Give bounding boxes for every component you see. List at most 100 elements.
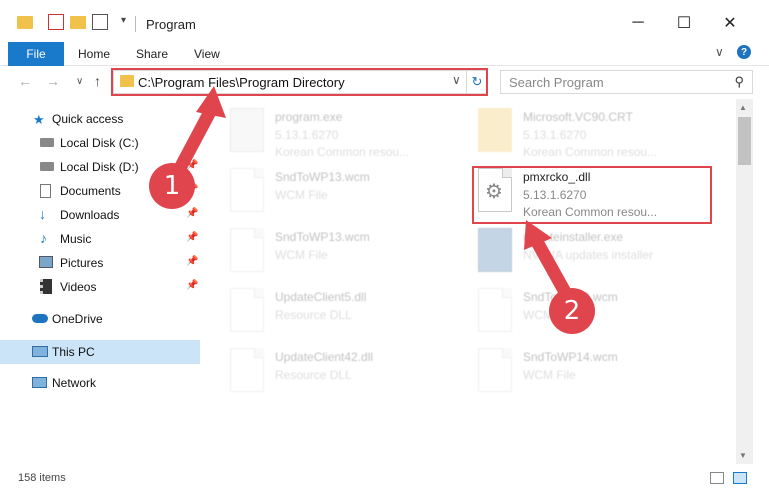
file-item[interactable]: SndToWP13.wcm WCM File [230, 228, 470, 288]
customize-icon[interactable] [92, 14, 108, 30]
drive-icon [40, 162, 54, 171]
exe-file-icon [230, 108, 264, 152]
vertical-scrollbar[interactable]: ▲ ▼ [736, 99, 753, 464]
minimize-button[interactable]: ─ [615, 8, 661, 38]
documents-icon [40, 184, 51, 198]
sidebar-item-this-pc[interactable]: This PC [0, 340, 200, 364]
file-name: UpdateClient5.dll [275, 290, 367, 304]
sidebar-item-videos[interactable]: Videos 📌 [0, 276, 200, 298]
document-file-icon [478, 348, 512, 392]
navigation-pane: ★ Quick access Local Disk (C:) 📌 Local D… [0, 99, 200, 464]
search-icon[interactable]: ⚲ [734, 74, 744, 90]
file-name: UpdateClient42.dll [275, 350, 374, 364]
up-button[interactable]: ↑ [94, 73, 101, 89]
window-title: Program [146, 17, 196, 32]
back-button[interactable]: ← [18, 73, 32, 89]
document-file-icon [230, 168, 264, 212]
sidebar-item-onedrive[interactable]: OneDrive [0, 308, 200, 330]
pin-icon[interactable]: 📌 [186, 280, 198, 291]
tab-file[interactable]: File [8, 42, 64, 66]
close-button[interactable]: ✕ [707, 8, 753, 38]
sidebar-item-pictures[interactable]: Pictures 📌 [0, 252, 200, 274]
maximize-button[interactable]: ☐ [661, 8, 707, 38]
sidebar-item-music[interactable]: ♪ Music 📌 [0, 228, 200, 250]
file-type: WCM File [275, 248, 328, 262]
sidebar-item-label: Local Disk (C:) [60, 136, 139, 150]
file-name: SndToWP14.wcm [523, 350, 618, 364]
file-name: Microsoft.VC90.CRT [523, 110, 633, 124]
tab-home[interactable]: Home [78, 47, 110, 61]
file-name: program.exe [275, 110, 343, 124]
sidebar-item-label: OneDrive [52, 312, 103, 326]
search-box[interactable]: Search Program ⚲ [500, 70, 753, 94]
search-input[interactable]: Search Program [509, 75, 604, 90]
file-name: SndToWP13.wcm [275, 230, 370, 244]
installer-icon [478, 228, 512, 272]
file-version: 5.13.1.6270 [523, 128, 587, 142]
sidebar-item-quick-access[interactable]: ★ Quick access [0, 108, 200, 130]
dll-gear-icon [230, 348, 264, 392]
file-name: SndToWP13.wcm [275, 170, 370, 184]
new-folder-icon[interactable] [70, 16, 86, 29]
pin-icon[interactable]: 📌 [186, 256, 198, 267]
download-arrow-icon: ↓ [39, 206, 46, 222]
pin-icon[interactable]: 📌 [186, 136, 198, 147]
pin-icon[interactable]: 📌 [186, 232, 198, 243]
scroll-thumb[interactable] [738, 117, 751, 165]
file-item[interactable]: updateinstaller.exe NVIDIA updates insta… [478, 228, 718, 288]
title-separator [135, 16, 136, 32]
pictures-icon [39, 256, 53, 268]
quick-access-dropdown-icon[interactable]: ▾ [121, 15, 126, 26]
scroll-up-icon[interactable]: ▲ [739, 103, 747, 112]
ribbon-tabs: File Home Share View ∨ [0, 39, 769, 66]
sidebar-item-label: This PC [52, 345, 95, 359]
network-icon [32, 377, 47, 388]
sidebar-item-label: Music [60, 232, 92, 246]
file-type: Resource DLL [275, 368, 352, 382]
document-file-icon [230, 228, 264, 272]
sidebar-item-label: Quick access [52, 112, 124, 126]
file-item[interactable]: SndToWP13.wcm WCM File [478, 288, 718, 348]
tab-share[interactable]: Share [136, 47, 168, 61]
file-name: updateinstaller.exe [523, 230, 624, 244]
pin-icon[interactable]: 📌 [186, 208, 198, 219]
details-view-icon[interactable] [710, 472, 724, 484]
tab-view[interactable]: View [194, 47, 220, 61]
file-type: WCM File [275, 188, 328, 202]
file-item[interactable]: UpdateClient42.dll Resource DLL [230, 348, 470, 408]
forward-button[interactable]: → [46, 73, 60, 89]
title-bar: ▾ Program ─ ☐ ✕ [0, 0, 769, 39]
sidebar-item-label: Local Disk (D:) [60, 160, 139, 174]
file-item[interactable]: Microsoft.VC90.CRT 5.13.1.6270 Korean Co… [478, 108, 718, 168]
folder-icon [478, 108, 512, 152]
file-item[interactable]: SndToWP14.wcm WCM File [478, 348, 718, 408]
file-list: program.exe 5.13.1.6270 Korean Common re… [204, 99, 736, 464]
file-highlight-box [472, 166, 712, 224]
file-item[interactable]: SndToWP13.wcm WCM File [230, 168, 470, 228]
cloud-icon [32, 314, 48, 323]
large-icons-view-icon[interactable] [733, 472, 747, 484]
film-icon [40, 279, 52, 294]
drive-icon [40, 138, 54, 147]
file-description: Korean Common resou... [275, 145, 410, 159]
file-version: 5.13.1.6270 [275, 128, 339, 142]
star-icon: ★ [33, 112, 45, 127]
sidebar-item-local-disk-c[interactable]: Local Disk (C:) 📌 [0, 132, 200, 154]
file-item[interactable]: UpdateClient5.dll Resource DLL [230, 288, 470, 348]
expand-ribbon-icon[interactable]: ∨ [715, 45, 724, 59]
properties-icon[interactable] [48, 14, 64, 30]
sidebar-item-label: Network [52, 376, 97, 390]
sidebar-item-label: Pictures [60, 256, 104, 270]
scroll-down-icon[interactable]: ▼ [739, 451, 747, 460]
computer-icon [32, 346, 48, 357]
file-description: NVIDIA updates installer [523, 248, 654, 262]
sidebar-item-network[interactable]: Network [0, 372, 200, 394]
document-file-icon [478, 288, 512, 332]
dll-gear-icon [230, 288, 264, 332]
file-type: Resource DLL [275, 308, 352, 322]
recent-locations-button[interactable]: ∨ [76, 76, 83, 87]
music-note-icon: ♪ [40, 230, 47, 246]
file-item[interactable]: program.exe 5.13.1.6270 Korean Common re… [230, 108, 470, 168]
help-icon[interactable]: ? [737, 45, 751, 59]
callout-step-one: 1 [149, 163, 195, 209]
